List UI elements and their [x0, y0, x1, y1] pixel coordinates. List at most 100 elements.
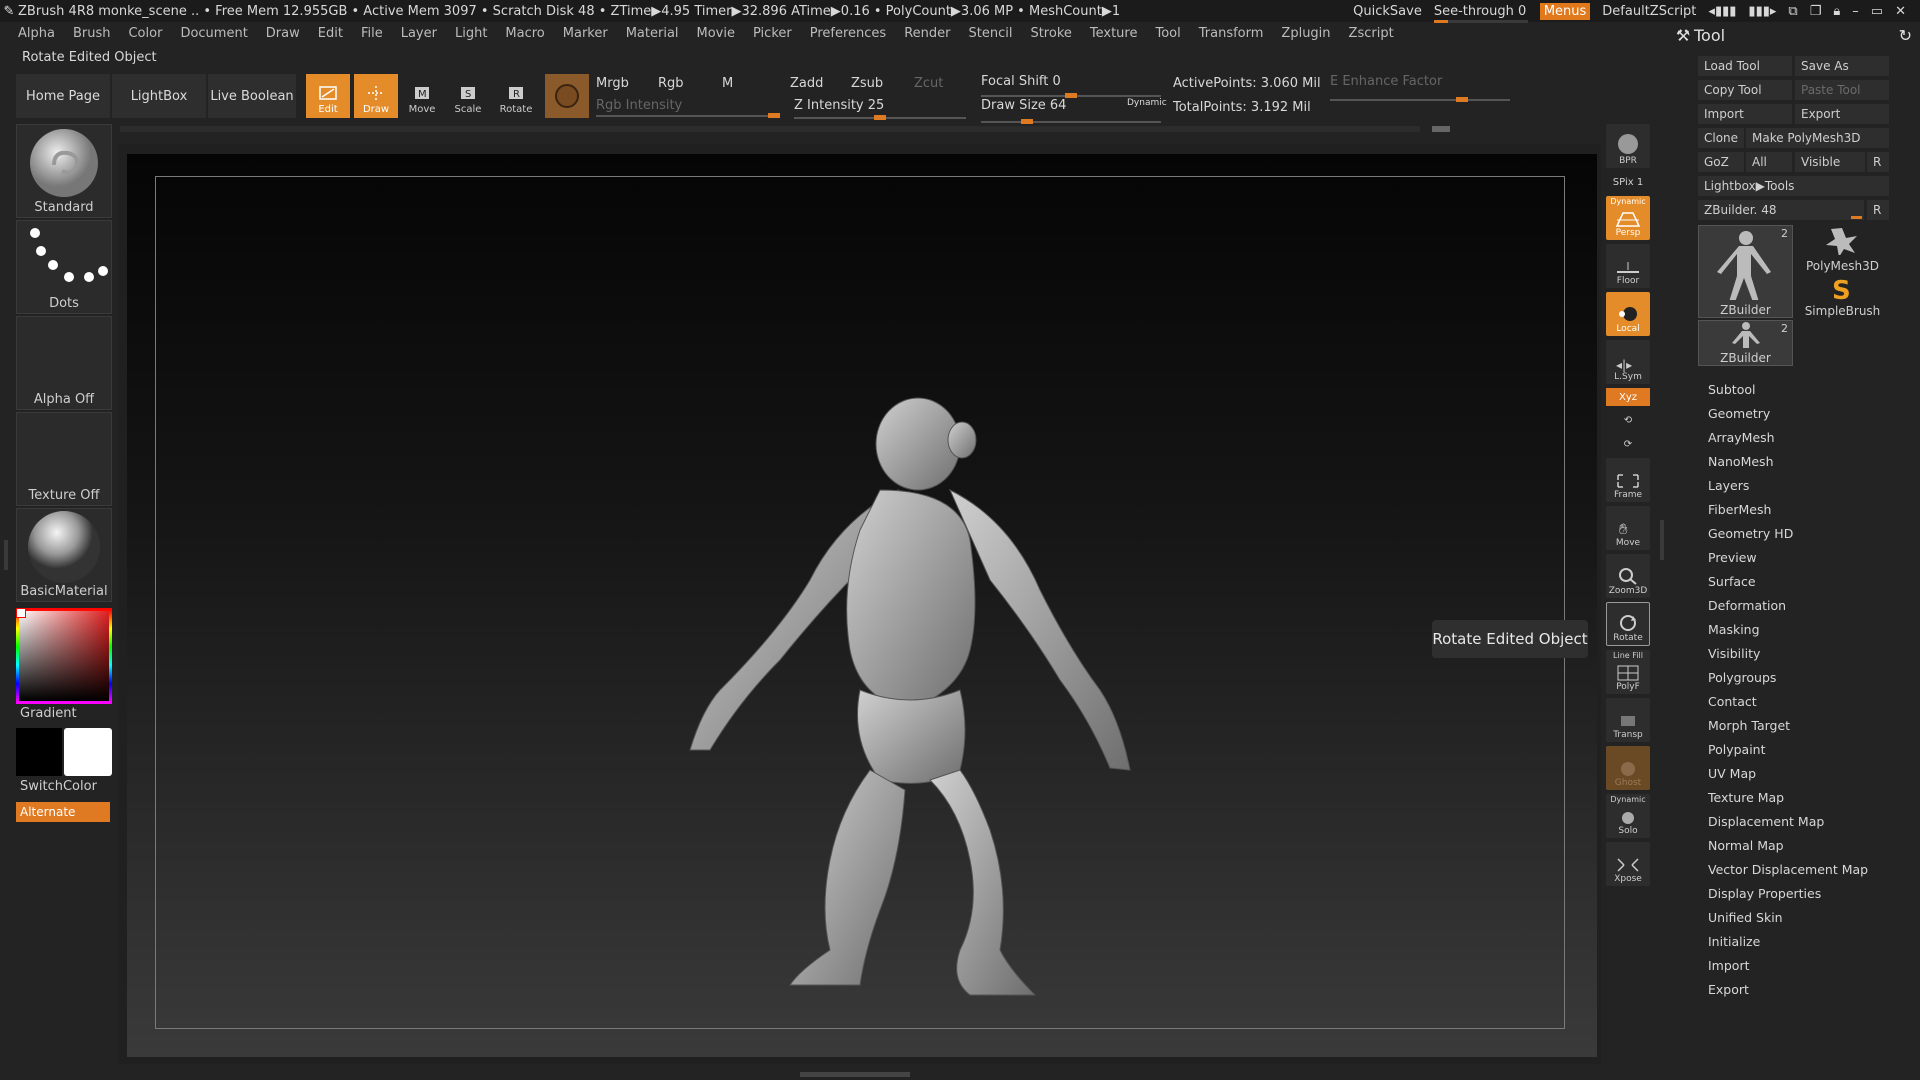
make-polymesh3d-button[interactable]: Make PolyMesh3D: [1746, 128, 1889, 148]
floor-button[interactable]: Floor: [1606, 244, 1650, 288]
subpalette-polypaint[interactable]: Polypaint: [1708, 742, 1766, 757]
menu-tool[interactable]: Tool: [1155, 26, 1180, 46]
goz-r-button[interactable]: R: [1867, 152, 1889, 172]
subpalette-layers[interactable]: Layers: [1708, 478, 1749, 493]
load-tool-button[interactable]: Load Tool: [1698, 56, 1792, 76]
see-through-slider[interactable]: See-through 0: [1433, 4, 1528, 23]
left-divider-handle[interactable]: [4, 540, 8, 570]
minimize-icon[interactable]: –: [1852, 4, 1859, 19]
subpalette-masking[interactable]: Masking: [1708, 622, 1760, 637]
close-icon[interactable]: ✕: [1895, 4, 1906, 19]
solo-button[interactable]: Dynamic Solo: [1606, 794, 1650, 838]
subpalette-arraymesh[interactable]: ArrayMesh: [1708, 430, 1775, 445]
transp-button[interactable]: Transp: [1606, 698, 1650, 742]
polyf-button[interactable]: Line Fill PolyF: [1606, 650, 1650, 694]
zsub-button[interactable]: Zsub: [851, 76, 883, 91]
subpalette-geometry[interactable]: Geometry: [1708, 406, 1770, 421]
subpalette-preview[interactable]: Preview: [1708, 550, 1757, 565]
menu-file[interactable]: File: [361, 26, 383, 46]
export-button[interactable]: Export: [1795, 104, 1889, 124]
menu-preferences[interactable]: Preferences: [810, 26, 886, 46]
layout-icon-2[interactable]: ▮▮▮▸: [1748, 4, 1776, 19]
subpalette-visibility[interactable]: Visibility: [1708, 646, 1760, 661]
subpalette-unified-skin[interactable]: Unified Skin: [1708, 910, 1783, 925]
quicksave-button[interactable]: QuickSave: [1353, 4, 1422, 19]
focal-shift-track[interactable]: [981, 93, 1161, 98]
canvas-scroll-handle[interactable]: [800, 1072, 910, 1077]
menu-draw[interactable]: Draw: [266, 26, 300, 46]
lightbox-tools-button[interactable]: Lightbox▶Tools: [1698, 176, 1889, 196]
stroke-selector[interactable]: Dots: [16, 220, 112, 314]
menu-marker[interactable]: Marker: [563, 26, 608, 46]
goz-button[interactable]: GoZ: [1698, 152, 1744, 172]
menu-alpha[interactable]: Alpha: [18, 26, 55, 46]
clone-button[interactable]: Clone: [1698, 128, 1744, 148]
xyz-button[interactable]: Xyz: [1606, 388, 1650, 406]
rgb-button[interactable]: Rgb: [658, 76, 684, 91]
rotate-y-icon[interactable]: ⟲: [1606, 410, 1650, 430]
xpose-button[interactable]: Xpose: [1606, 842, 1650, 886]
menu-movie[interactable]: Movie: [697, 26, 735, 46]
ghost-button[interactable]: Ghost: [1606, 746, 1650, 790]
rotate-mode-button[interactable]: R Rotate: [494, 74, 538, 118]
primary-color-swatch[interactable]: [64, 728, 112, 776]
zbuilder-slider-knob[interactable]: [1851, 216, 1862, 219]
secondary-color-swatch[interactable]: [16, 728, 62, 776]
dynamic-toggle[interactable]: Dynamic: [1127, 98, 1167, 108]
enhance-factor-slider[interactable]: E Enhance Factor: [1330, 74, 1442, 89]
menu-light[interactable]: Light: [455, 26, 487, 46]
zoom3d-button[interactable]: Zoom3D: [1606, 554, 1650, 598]
draw-size-track[interactable]: [981, 119, 1161, 124]
menu-zplugin[interactable]: Zplugin: [1281, 26, 1330, 46]
subpalette-export[interactable]: Export: [1708, 982, 1749, 997]
zbuilder-r-button[interactable]: R: [1867, 200, 1889, 220]
move-view-button[interactable]: ✋︎ Move: [1606, 506, 1650, 550]
scale-mode-button[interactable]: S Scale: [446, 74, 490, 118]
subpalette-vector-displacement-map[interactable]: Vector Displacement Map: [1708, 862, 1868, 877]
zadd-button[interactable]: Zadd: [790, 76, 823, 91]
subpalette-morph-target[interactable]: Morph Target: [1708, 718, 1790, 733]
save-as-button[interactable]: Save As: [1795, 56, 1889, 76]
home-page-button[interactable]: Home Page: [16, 74, 110, 118]
shelf-scroll-thumb[interactable]: [1432, 126, 1450, 132]
enhance-factor-track[interactable]: [1330, 97, 1510, 102]
rotate-z-icon[interactable]: ⟳: [1606, 434, 1650, 454]
frame-button[interactable]: Frame: [1606, 458, 1650, 502]
menu-document[interactable]: Document: [180, 26, 247, 46]
lsym-button[interactable]: ◂|▸ L.Sym: [1606, 340, 1650, 384]
import-button[interactable]: Import: [1698, 104, 1792, 124]
chimp-model[interactable]: [660, 390, 1180, 1010]
material-selector[interactable]: BasicMaterial: [16, 508, 112, 602]
subpalette-deformation[interactable]: Deformation: [1708, 598, 1786, 613]
subpalette-normal-map[interactable]: Normal Map: [1708, 838, 1784, 853]
subpalette-geometry-hd[interactable]: Geometry HD: [1708, 526, 1793, 541]
subpalette-texture-map[interactable]: Texture Map: [1708, 790, 1784, 805]
focal-shift-slider[interactable]: Focal Shift 0: [981, 74, 1061, 89]
menus-button[interactable]: Menus: [1539, 2, 1591, 20]
rgb-intensity-slider[interactable]: Rgb Intensity: [596, 98, 682, 113]
panel-divider-handle[interactable]: [1660, 520, 1664, 560]
draw-size-slider[interactable]: Draw Size 64: [981, 98, 1066, 113]
menu-stencil[interactable]: Stencil: [968, 26, 1012, 46]
window-icon[interactable]: ⧉: [1788, 4, 1797, 19]
subpalette-fibermesh[interactable]: FiberMesh: [1708, 502, 1771, 517]
subpalette-display-properties[interactable]: Display Properties: [1708, 886, 1821, 901]
spix-slider[interactable]: SPix 1: [1606, 172, 1650, 192]
default-zscript-button[interactable]: DefaultZScript: [1602, 4, 1696, 19]
subpalette-subtool[interactable]: Subtool: [1708, 382, 1755, 397]
brush-selector[interactable]: Standard: [16, 124, 112, 218]
restore-icon[interactable]: ❐: [1810, 4, 1822, 19]
layout-icon[interactable]: ◂▮▮▮: [1708, 4, 1736, 19]
tool-palette-header[interactable]: ⚒ Tool ↻: [1672, 24, 1920, 46]
menu-layer[interactable]: Layer: [401, 26, 437, 46]
subpalette-uv-map[interactable]: UV Map: [1708, 766, 1756, 781]
goz-all-button[interactable]: All: [1746, 152, 1792, 172]
m-button[interactable]: M: [722, 76, 733, 91]
live-boolean-button[interactable]: Live Boolean: [208, 74, 296, 118]
subpalette-nanomesh[interactable]: NanoMesh: [1708, 454, 1774, 469]
menu-material[interactable]: Material: [626, 26, 679, 46]
menu-stroke[interactable]: Stroke: [1030, 26, 1071, 46]
menu-picker[interactable]: Picker: [753, 26, 792, 46]
menu-macro[interactable]: Macro: [505, 26, 544, 46]
subpalette-displacement-map[interactable]: Displacement Map: [1708, 814, 1824, 829]
